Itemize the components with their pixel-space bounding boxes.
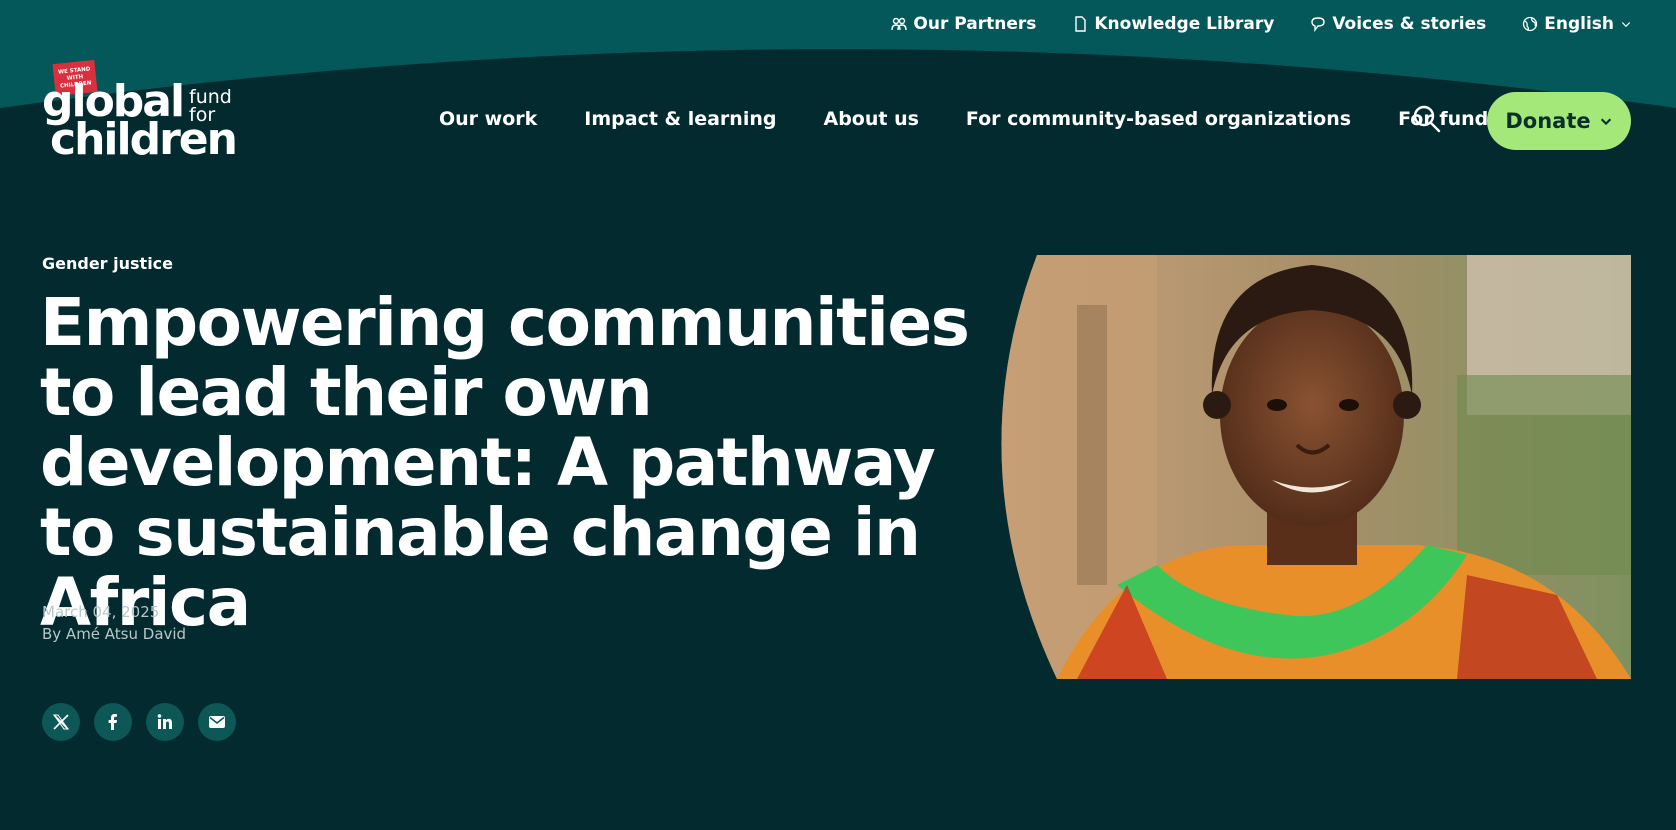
knowledge-library-link[interactable]: Knowledge Library — [1072, 14, 1274, 34]
facebook-icon — [108, 714, 117, 730]
voices-stories-label: Voices & stories — [1332, 14, 1487, 34]
document-icon — [1075, 16, 1087, 32]
search-icon — [1413, 105, 1441, 133]
share-bar — [42, 703, 236, 741]
chevron-down-icon — [1600, 118, 1611, 126]
share-email-button[interactable] — [198, 703, 236, 741]
hero-image — [997, 255, 1631, 679]
article-category[interactable]: Gender justice — [42, 254, 173, 273]
nav-impact-learning[interactable]: Impact & learning — [584, 108, 776, 130]
article-byline: By Amé Atsu David — [42, 625, 187, 643]
share-x-button[interactable] — [42, 703, 80, 741]
logo-word-children: children — [50, 114, 238, 165]
globe-icon — [1523, 16, 1538, 32]
logo[interactable]: WE STAND WITH CHILDREN global fund for c… — [42, 59, 242, 170]
utility-nav: Our Partners Knowledge Library Voices & … — [891, 14, 1632, 34]
x-icon — [53, 714, 69, 730]
knowledge-library-label: Knowledge Library — [1094, 14, 1275, 34]
article-meta: March 04, 2025 By Amé Atsu David — [42, 601, 186, 645]
main-nav: Our work Impact & learning About us For … — [439, 108, 1522, 130]
donate-button[interactable]: Donate — [1487, 92, 1631, 150]
page: Our Partners Knowledge Library Voices & … — [0, 0, 1676, 830]
language-label: English — [1544, 14, 1614, 34]
language-selector[interactable]: English — [1522, 14, 1632, 34]
linkedin-icon — [157, 714, 172, 729]
email-icon — [209, 716, 225, 728]
share-facebook-button[interactable] — [94, 703, 132, 741]
our-partners-link[interactable]: Our Partners — [891, 14, 1036, 34]
share-linkedin-button[interactable] — [146, 703, 184, 741]
chevron-down-icon — [1621, 22, 1631, 28]
our-partners-label: Our Partners — [913, 14, 1037, 34]
donate-label: Donate — [1505, 109, 1591, 133]
article-date: March 04, 2025 — [42, 603, 160, 621]
nav-community-based-organizations[interactable]: For community-based organizations — [966, 108, 1351, 130]
nav-about-us[interactable]: About us — [823, 108, 918, 130]
speech-bubble-icon — [1311, 17, 1326, 32]
article-title: Empowering communities to lead their own… — [40, 284, 970, 641]
nav-our-work[interactable]: Our work — [439, 108, 537, 130]
voices-stories-link[interactable]: Voices & stories — [1310, 14, 1486, 34]
search-button[interactable] — [1412, 104, 1442, 134]
people-icon — [891, 17, 908, 31]
